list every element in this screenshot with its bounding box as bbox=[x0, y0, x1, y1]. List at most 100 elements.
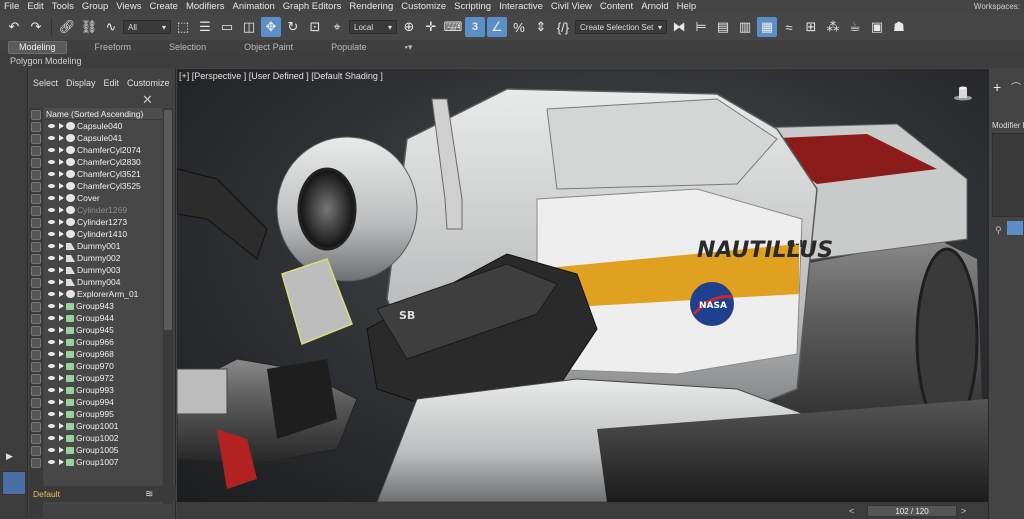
select-by-name-icon[interactable]: ☰ bbox=[195, 17, 215, 37]
modifier-list-label[interactable]: Modifier L bbox=[992, 121, 1024, 130]
renderable-icon[interactable] bbox=[57, 194, 65, 202]
display-filter-icon[interactable] bbox=[31, 134, 41, 144]
scene-object-row[interactable]: Dummy001 bbox=[44, 240, 162, 252]
scene-object-row[interactable]: Group972 bbox=[44, 372, 162, 384]
scene-object-row[interactable]: Group1002 bbox=[44, 432, 162, 444]
visibility-eye-icon[interactable] bbox=[46, 122, 56, 130]
menu-item[interactable]: Civil View bbox=[547, 0, 596, 13]
display-filter-icon[interactable] bbox=[31, 326, 41, 336]
close-icon[interactable]: ✕ bbox=[142, 92, 153, 108]
scene-object-row[interactable]: ExplorerArm_01 bbox=[44, 288, 162, 300]
menu-item[interactable]: Arnold bbox=[637, 0, 672, 13]
select-manipulate-icon[interactable]: ✛ bbox=[421, 17, 441, 37]
ribbon-tab-object-paint[interactable]: Object Paint bbox=[234, 41, 303, 54]
explorer-menu-item[interactable]: Customize bbox=[123, 78, 174, 88]
modifier-stack[interactable] bbox=[992, 133, 1024, 217]
explorer-menu-item[interactable]: Select bbox=[29, 78, 62, 88]
menu-item[interactable]: Views bbox=[112, 0, 145, 13]
renderable-icon[interactable] bbox=[57, 434, 65, 442]
scene-object-row[interactable]: Group993 bbox=[44, 384, 162, 396]
perspective-viewport[interactable]: NAUTILLUS G-II NASA SB [+] [Perspective … bbox=[177, 69, 988, 502]
scene-object-row[interactable]: Group1005 bbox=[44, 444, 162, 456]
pivot-center-icon[interactable]: ⊕ bbox=[399, 17, 419, 37]
visibility-eye-icon[interactable] bbox=[46, 434, 56, 442]
visibility-eye-icon[interactable] bbox=[46, 194, 56, 202]
toggle-ribbon-icon[interactable]: ▦ bbox=[757, 17, 777, 37]
spinner-snap-icon[interactable]: ⇕ bbox=[531, 17, 551, 37]
renderable-icon[interactable] bbox=[57, 278, 65, 286]
menu-item[interactable]: File bbox=[0, 0, 23, 13]
visibility-eye-icon[interactable] bbox=[46, 146, 56, 154]
renderable-icon[interactable] bbox=[57, 230, 65, 238]
renderable-icon[interactable] bbox=[57, 302, 65, 310]
scene-object-row[interactable]: Group970 bbox=[44, 360, 162, 372]
renderable-icon[interactable] bbox=[57, 446, 65, 454]
display-filter-icon[interactable] bbox=[31, 422, 41, 432]
undo-icon[interactable]: ↶ bbox=[4, 17, 24, 37]
scene-object-row[interactable]: Dummy003 bbox=[44, 264, 162, 276]
visibility-eye-icon[interactable] bbox=[46, 302, 56, 310]
scene-object-row[interactable]: Group966 bbox=[44, 336, 162, 348]
display-filter-icon[interactable] bbox=[31, 182, 41, 192]
ribbon-tab-freeform[interactable]: Freeform bbox=[85, 41, 142, 54]
renderable-icon[interactable] bbox=[57, 146, 65, 154]
visibility-eye-icon[interactable] bbox=[46, 278, 56, 286]
menu-item[interactable]: Tools bbox=[48, 0, 78, 13]
prev-frame-button[interactable]: < bbox=[849, 506, 854, 516]
display-filter-icon[interactable] bbox=[31, 278, 41, 288]
renderable-icon[interactable] bbox=[57, 374, 65, 382]
display-filter-icon[interactable] bbox=[31, 122, 41, 132]
align-icon[interactable]: ⊨ bbox=[691, 17, 711, 37]
next-frame-button[interactable]: > bbox=[961, 506, 966, 516]
display-filter-icon[interactable] bbox=[31, 434, 41, 444]
unlink-icon[interactable]: ⛓︎ bbox=[79, 17, 99, 37]
bind-spacewarp-icon[interactable]: ∿ bbox=[101, 17, 121, 37]
snaps-toggle-icon[interactable]: 3 bbox=[465, 17, 485, 37]
visibility-eye-icon[interactable] bbox=[46, 218, 56, 226]
named-selection-dropdown[interactable]: Create Selection Set ▾ bbox=[575, 20, 667, 34]
display-filter-icon[interactable] bbox=[31, 338, 41, 348]
display-filter-icon[interactable] bbox=[31, 362, 41, 372]
display-filter-icon[interactable] bbox=[31, 266, 41, 276]
visibility-eye-icon[interactable] bbox=[46, 398, 56, 406]
render-production-icon[interactable]: ☗ bbox=[889, 17, 909, 37]
display-filter-icon[interactable] bbox=[31, 230, 41, 240]
display-filter-icon[interactable] bbox=[31, 398, 41, 408]
display-filter-icon[interactable] bbox=[31, 242, 41, 252]
display-filter-icon[interactable] bbox=[31, 158, 41, 168]
renderable-icon[interactable] bbox=[57, 398, 65, 406]
rendered-frame-window-icon[interactable]: ▣ bbox=[867, 17, 887, 37]
renderable-icon[interactable] bbox=[57, 182, 65, 190]
show-end-result-icon[interactable] bbox=[1007, 221, 1023, 235]
renderable-icon[interactable] bbox=[57, 350, 65, 358]
scene-object-row[interactable]: Group1007 bbox=[44, 456, 162, 468]
window-crossing-icon[interactable]: ◫ bbox=[239, 17, 259, 37]
select-object-icon[interactable]: ⬚ bbox=[173, 17, 193, 37]
visibility-eye-icon[interactable] bbox=[46, 182, 56, 190]
visibility-eye-icon[interactable] bbox=[46, 374, 56, 382]
ribbon-tab-populate[interactable]: Populate bbox=[321, 41, 377, 54]
scene-object-row[interactable]: Group945 bbox=[44, 324, 162, 336]
visibility-eye-icon[interactable] bbox=[46, 290, 56, 298]
menu-item[interactable]: Animation bbox=[229, 0, 279, 13]
scene-object-row[interactable]: Cylinder1273 bbox=[44, 216, 162, 228]
move-icon[interactable]: ✥ bbox=[261, 17, 281, 37]
scene-object-row[interactable]: Group995 bbox=[44, 408, 162, 420]
visibility-eye-icon[interactable] bbox=[46, 254, 56, 262]
visibility-eye-icon[interactable] bbox=[46, 134, 56, 142]
time-slider[interactable]: 102 / 120 bbox=[867, 505, 957, 517]
scrollbar-thumb[interactable] bbox=[164, 110, 172, 330]
scene-object-row[interactable]: Cylinder1410 bbox=[44, 228, 162, 240]
mirror-icon[interactable]: ⧓ bbox=[669, 17, 689, 37]
menu-item[interactable]: Content bbox=[596, 0, 637, 13]
pin-stack-icon[interactable]: ⚲ bbox=[995, 225, 1002, 236]
ribbon-tab-selection[interactable]: Selection bbox=[159, 41, 216, 54]
toggle-layer-explorer-icon[interactable]: ▥ bbox=[735, 17, 755, 37]
renderable-icon[interactable] bbox=[57, 158, 65, 166]
visibility-eye-icon[interactable] bbox=[46, 386, 56, 394]
place-icon[interactable]: ⌖ bbox=[327, 17, 347, 37]
renderable-icon[interactable] bbox=[57, 206, 65, 214]
explorer-menu-item[interactable]: Edit bbox=[100, 78, 124, 88]
renderable-icon[interactable] bbox=[57, 170, 65, 178]
workspaces-label[interactable]: Workspaces: bbox=[974, 2, 1024, 11]
